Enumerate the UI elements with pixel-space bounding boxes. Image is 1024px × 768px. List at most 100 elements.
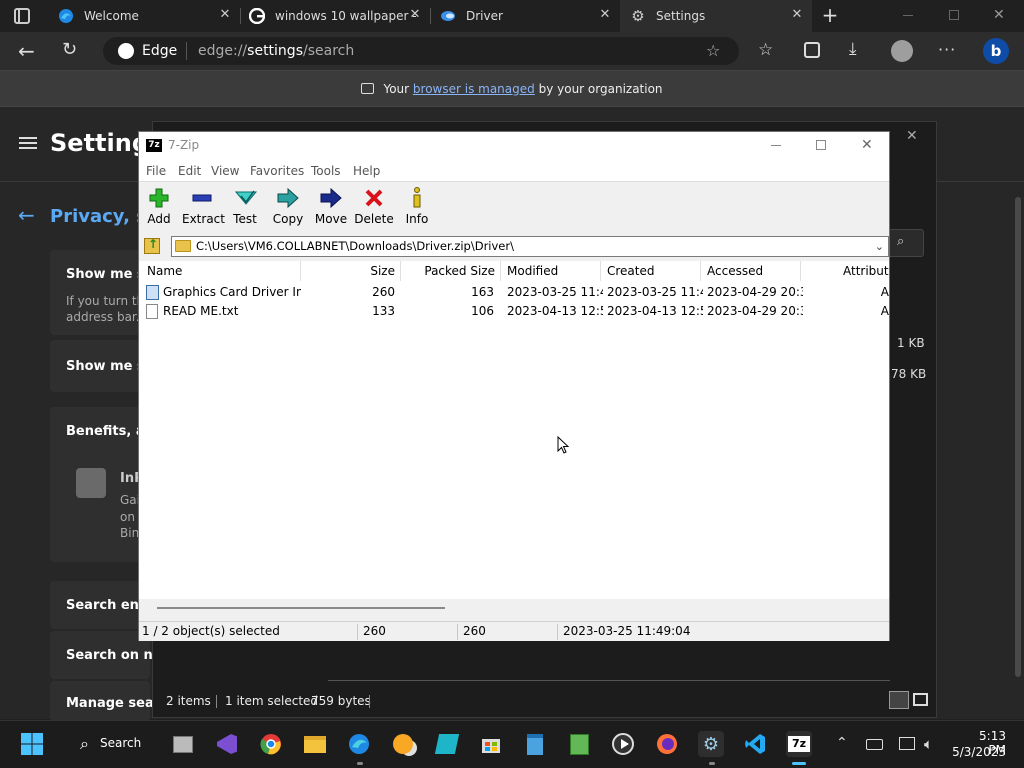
7zip-titlebar[interactable]: 7z 7-Zip ✕: [139, 132, 889, 160]
tiles-view-icon[interactable]: [913, 693, 928, 706]
omnibox[interactable]: Edge edge://settings/search ☆: [103, 37, 739, 65]
minimize-icon[interactable]: [771, 145, 781, 146]
favorites-icon[interactable]: ☆: [758, 40, 773, 60]
new-tab-button[interactable]: +: [820, 5, 840, 25]
up-folder-icon[interactable]: ↑: [144, 237, 160, 254]
menu-tools[interactable]: Tools: [311, 164, 341, 178]
firefox-icon[interactable]: [654, 731, 680, 757]
col-accessed[interactable]: Accessed: [707, 261, 797, 281]
col-attributes[interactable]: Attributes: [843, 261, 889, 281]
volume-icon[interactable]: 🔈︎: [924, 735, 933, 753]
profile-avatar[interactable]: [891, 40, 913, 62]
edge-label: Edge: [142, 43, 178, 59]
table-row[interactable]: READ ME.txt 133 106 2023-04-13 12:55 202…: [139, 302, 889, 321]
close-window-icon[interactable]: ✕: [993, 7, 1005, 23]
folder-icon: [175, 240, 191, 252]
horizontal-scrollbar[interactable]: [139, 599, 889, 619]
menu-file[interactable]: File: [146, 164, 166, 178]
clock-date[interactable]: 5/3/2023: [950, 745, 1006, 759]
setting-card[interactable]: Show me se If you turn thi address bar.: [50, 250, 154, 335]
close-tab-icon[interactable]: ✕: [598, 8, 612, 22]
menu-favorites[interactable]: Favorites: [250, 164, 304, 178]
media-player-icon[interactable]: [610, 731, 636, 757]
tab-google[interactable]: windows 10 wallpaper - ✕: [240, 0, 430, 32]
close-tab-icon[interactable]: ✕: [218, 8, 232, 22]
col-modified[interactable]: Modified: [507, 261, 597, 281]
tab-driver[interactable]: Driver ✕: [430, 0, 620, 32]
settings-gear-icon[interactable]: ⚙: [698, 731, 724, 757]
setting-card[interactable]: Search engi: [50, 581, 153, 629]
tab-label: Settings: [656, 9, 706, 23]
details-view-icon[interactable]: [889, 691, 909, 709]
tab-actions-icon[interactable]: [14, 8, 30, 24]
scroll-thumb[interactable]: [157, 607, 445, 609]
col-name[interactable]: Name: [147, 261, 297, 281]
tab-settings[interactable]: ⚙ Settings ✕: [620, 0, 812, 32]
vscode-icon[interactable]: [742, 731, 768, 757]
info-button[interactable]: Info: [397, 186, 437, 230]
managed-link[interactable]: browser is managed: [413, 82, 535, 96]
briefcase-icon: [361, 83, 375, 94]
search-box[interactable]: ⌕: [888, 229, 924, 257]
close-icon[interactable]: ✕: [861, 137, 873, 153]
back-arrow-icon[interactable]: ←: [18, 39, 35, 63]
move-button[interactable]: Move: [311, 186, 351, 230]
minimize-icon[interactable]: [903, 15, 913, 16]
display-icon[interactable]: [899, 737, 915, 750]
menu-hamburger-icon[interactable]: [19, 137, 37, 149]
file-explorer-icon[interactable]: [302, 731, 328, 757]
url-text[interactable]: edge://settings/search: [198, 43, 354, 59]
status-selection: 1 / 2 object(s) selected: [142, 624, 280, 638]
managed-banner: Your browser is managed by your organiza…: [0, 70, 1024, 107]
setting-card[interactable]: Benefits, av InP Gai on Bin: [50, 407, 153, 562]
extract-button[interactable]: Extract: [182, 186, 225, 230]
test-button[interactable]: Test: [225, 186, 265, 230]
restore-icon[interactable]: [949, 10, 959, 20]
setting-card[interactable]: Manage searc: [50, 681, 168, 721]
collections-icon[interactable]: [804, 42, 820, 58]
weather-icon[interactable]: [390, 731, 416, 757]
back-arrow-icon[interactable]: ←: [18, 203, 35, 227]
edge-icon[interactable]: [346, 731, 372, 757]
notepad-icon[interactable]: [522, 731, 548, 757]
maximize-icon[interactable]: [816, 140, 826, 150]
chrome-icon[interactable]: [258, 731, 284, 757]
path-field[interactable]: C:\Users\VM6.COLLABNET\Downloads\Driver.…: [171, 236, 889, 257]
bing-chat-icon[interactable]: b: [983, 38, 1009, 64]
menu-view[interactable]: View: [211, 164, 239, 178]
spreadsheet-icon[interactable]: [566, 731, 592, 757]
visual-studio-icon[interactable]: [214, 731, 240, 757]
close-tab-icon[interactable]: ✕: [408, 8, 422, 22]
chevron-down-icon[interactable]: ⌄: [875, 237, 884, 256]
add-favorite-icon[interactable]: ☆: [706, 41, 720, 60]
7zip-taskbar-icon[interactable]: 7z: [786, 731, 812, 757]
refresh-icon[interactable]: ↻: [62, 39, 77, 60]
add-button[interactable]: Add: [139, 186, 179, 230]
keyboard-icon[interactable]: [866, 739, 883, 750]
col-size[interactable]: Size: [303, 261, 395, 281]
col-packed-size[interactable]: Packed Size: [403, 261, 495, 281]
chevron-up-icon[interactable]: ⌃: [836, 735, 848, 751]
scrollbar[interactable]: [1015, 197, 1021, 677]
menu-edit[interactable]: Edit: [178, 164, 201, 178]
downloads-icon[interactable]: ⤓: [849, 39, 857, 59]
delete-button[interactable]: Delete: [354, 186, 394, 230]
copy-button[interactable]: Copy: [268, 186, 308, 230]
table-row[interactable]: Graphics Card Driver Ins... 260 163 2023…: [139, 283, 889, 302]
info-icon: [413, 187, 421, 208]
setting-card[interactable]: Show me su: [50, 340, 154, 392]
move-arrow-icon: [320, 188, 342, 208]
menu-help[interactable]: Help: [353, 164, 380, 178]
close-icon[interactable]: ✕: [906, 128, 918, 144]
taskbar-search[interactable]: ⌕ Search: [62, 731, 152, 757]
setting-card[interactable]: Search on nev: [50, 631, 170, 679]
close-tab-icon[interactable]: ✕: [790, 8, 804, 22]
more-menu-icon[interactable]: ···: [938, 40, 956, 59]
task-view-icon[interactable]: [170, 731, 196, 757]
app-teal-icon[interactable]: [434, 731, 460, 757]
tab-welcome[interactable]: Welcome ✕: [48, 0, 240, 32]
tab-label: Welcome: [84, 9, 139, 23]
col-created[interactable]: Created: [607, 261, 697, 281]
start-windows-icon[interactable]: [19, 731, 45, 757]
store-icon[interactable]: [478, 731, 504, 757]
